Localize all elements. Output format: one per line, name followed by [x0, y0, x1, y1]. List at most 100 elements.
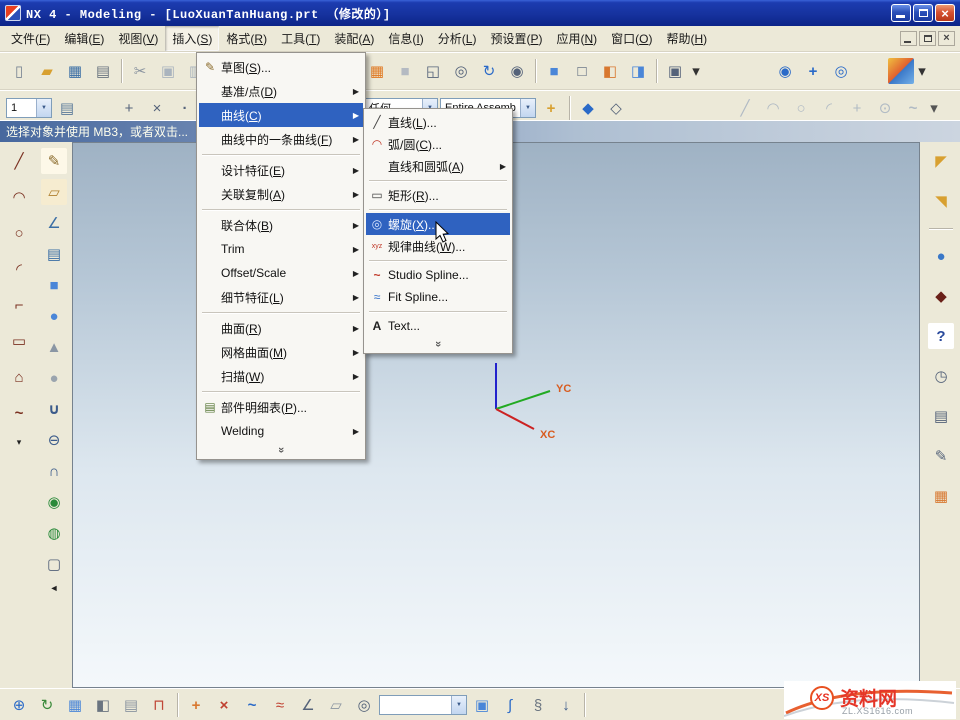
snap-point-icon[interactable]: + [116, 95, 142, 121]
import-arrow-icon[interactable]: ↓ [553, 692, 579, 718]
curve-icon[interactable]: ~ [239, 692, 265, 718]
history-clock-icon[interactable]: ◷ [928, 363, 954, 389]
curve-submenu-item-line[interactable]: ╱直线(L)... [366, 111, 510, 133]
menu-expand-chevron[interactable]: » [199, 443, 363, 457]
insert-menu-item-associative-copy[interactable]: 关联复制(A)▶ [199, 182, 363, 206]
window-layout-icon[interactable]: ▣ [662, 58, 688, 84]
arc-icon[interactable]: ◠ [6, 184, 32, 210]
subtract-icon[interactable]: ⊖ [41, 427, 67, 453]
attachment-icon[interactable]: § [525, 692, 551, 718]
information-icon[interactable]: ▤ [928, 403, 954, 429]
curve-submenu-item-fit-spline[interactable]: ≈Fit Spline... [366, 286, 510, 308]
fit-view-icon[interactable]: ⊕ [6, 692, 32, 718]
annotation-icon[interactable]: ✎ [928, 443, 954, 469]
fillet-icon[interactable]: ◜ [6, 256, 32, 282]
snap-mid-point-icon[interactable]: · [172, 95, 198, 121]
datum-plane-icon[interactable]: ▱ [41, 179, 67, 205]
highlight-icon[interactable]: ◆ [575, 95, 601, 121]
curve-submenu-item-studio-spline[interactable]: ~Studio Spline... [366, 264, 510, 286]
profile-icon[interactable]: ⌐ [6, 292, 32, 318]
insert-menu-item-parts-list[interactable]: ▤部件明细表(P)... [199, 395, 363, 419]
boss-icon[interactable]: ◍ [41, 520, 67, 546]
circle-tool-icon[interactable]: ○ [788, 95, 814, 121]
refresh-view-icon[interactable]: ↻ [476, 58, 502, 84]
menubar-item-1[interactable]: 编辑(E) [57, 26, 111, 51]
help-icon[interactable]: ? [928, 323, 954, 349]
title-bar[interactable]: NX 4 - Modeling - [LuoXuanTanHuang.prt （… [0, 0, 960, 26]
shaded-view-icon[interactable]: ■ [541, 58, 567, 84]
cylinder-icon[interactable]: ● [41, 303, 67, 329]
more-tools-arrow-icon[interactable]: ▾ [928, 95, 940, 121]
placeholder-icon[interactable]: ■ [392, 58, 418, 84]
ellipse-tool-icon[interactable]: ⊙ [872, 95, 898, 121]
magnifier-icon[interactable]: ◉ [504, 58, 530, 84]
spline-red-icon[interactable]: ≈ [267, 692, 293, 718]
magnet-icon[interactable]: ⊓ [146, 692, 172, 718]
menubar-item-0[interactable]: 文件(F) [4, 26, 57, 51]
menubar-item-2[interactable]: 视图(V) [111, 26, 165, 51]
insert-menu-item-sweep[interactable]: 扫描(W)▶ [199, 364, 363, 388]
line-icon[interactable]: ╱ [6, 148, 32, 174]
expressions-icon[interactable]: ▤ [41, 241, 67, 267]
restore-button[interactable] [913, 4, 933, 22]
menubar-item-8[interactable]: 分析(L) [431, 26, 484, 51]
insert-menu-item-combine-bodies[interactable]: 联合体(B)▶ [199, 213, 363, 237]
iso-view-icon[interactable]: ◧ [90, 692, 116, 718]
part-file-icon[interactable]: ▣ [469, 692, 495, 718]
insert-menu-item-detail-feature[interactable]: 细节特征(L)▶ [199, 285, 363, 309]
insert-menu-item-trim[interactable]: Trim▶ [199, 237, 363, 261]
insert-menu-item-surface[interactable]: 曲面(R)▶ [199, 316, 363, 340]
insert-menu-item-datum-point[interactable]: 基准/点(D)▶ [199, 79, 363, 103]
menubar-item-11[interactable]: 窗口(O) [604, 26, 659, 51]
deselect-icon[interactable]: ◇ [603, 95, 629, 121]
more-features-arrow-icon[interactable]: ◄ [41, 582, 67, 594]
minimize-button[interactable] [891, 4, 911, 22]
roles-cap-icon[interactable]: ◆ [928, 283, 954, 309]
insert-menu-item-curve-from-curves[interactable]: 曲线中的一条曲线(F)▶ [199, 127, 363, 151]
menubar-item-12[interactable]: 帮助(H) [659, 26, 714, 51]
rectangle-icon[interactable]: ▭ [6, 328, 32, 354]
spline-icon[interactable]: ~ [6, 400, 32, 426]
bottom-input-select[interactable]: ▼ [379, 695, 467, 715]
parts-table-icon[interactable]: ▦ [928, 483, 954, 509]
close-button[interactable]: × [935, 4, 955, 22]
pocket-icon[interactable]: ▢ [41, 551, 67, 577]
class-selection-icon[interactable]: + [538, 95, 564, 121]
datum-csys-icon[interactable]: ∠ [41, 210, 67, 236]
curve-submenu-item-text[interactable]: AText... [366, 315, 510, 337]
open-folder-icon[interactable]: ▰ [34, 58, 60, 84]
measure-icon[interactable]: ∫ [497, 692, 523, 718]
circle-icon[interactable]: ○ [6, 220, 32, 246]
copy-icon[interactable]: ▣ [155, 58, 181, 84]
child-minimize-button[interactable] [900, 31, 917, 46]
layer-settings-icon[interactable]: ▤ [54, 95, 80, 121]
snap-view-icon[interactable]: ◤ [928, 148, 954, 174]
fit-corner-icon[interactable]: ◥ [928, 188, 954, 214]
sphere-icon[interactable]: ● [41, 365, 67, 391]
update-display-icon[interactable]: ↻ [34, 692, 60, 718]
print-icon[interactable]: ▤ [90, 58, 116, 84]
material-sphere-icon[interactable]: ● [928, 243, 954, 269]
cut-icon[interactable]: ✂ [127, 58, 153, 84]
menubar-item-10[interactable]: 应用(N) [549, 26, 604, 51]
zoom-view-icon[interactable]: ◎ [828, 58, 854, 84]
hole-icon[interactable]: ◉ [41, 489, 67, 515]
unite-icon[interactable]: ∪ [41, 396, 67, 422]
snap-end-point-icon[interactable]: × [144, 95, 170, 121]
toolbar-options-arrow-icon[interactable]: ▾ [916, 58, 928, 84]
dropdown-arrow-icon[interactable]: ▼ [451, 696, 466, 714]
polygon-icon[interactable]: ⌂ [6, 364, 32, 390]
insert-menu-item-welding[interactable]: Welding▶ [199, 419, 363, 443]
insert-menu-item-sketch[interactable]: ✎草图(S)... [199, 55, 363, 79]
menubar-item-7[interactable]: 信息(I) [381, 26, 430, 51]
curve-submenu-item-arc-circle[interactable]: ◠弧/圆(C)... [366, 133, 510, 155]
arc-tool-icon[interactable]: ◠ [760, 95, 786, 121]
menubar-item-9[interactable]: 预设置(P) [483, 26, 549, 51]
zoom-in-out-icon[interactable]: ◎ [448, 58, 474, 84]
dropdown-arrow-icon[interactable]: ▼ [520, 99, 535, 117]
block-icon[interactable]: ■ [41, 272, 67, 298]
menubar-item-6[interactable]: 装配(A) [327, 26, 381, 51]
menubar-item-5[interactable]: 工具(T) [274, 26, 327, 51]
intersect-icon[interactable]: ∩ [41, 458, 67, 484]
sketch-icon[interactable]: ✎ [41, 148, 67, 174]
